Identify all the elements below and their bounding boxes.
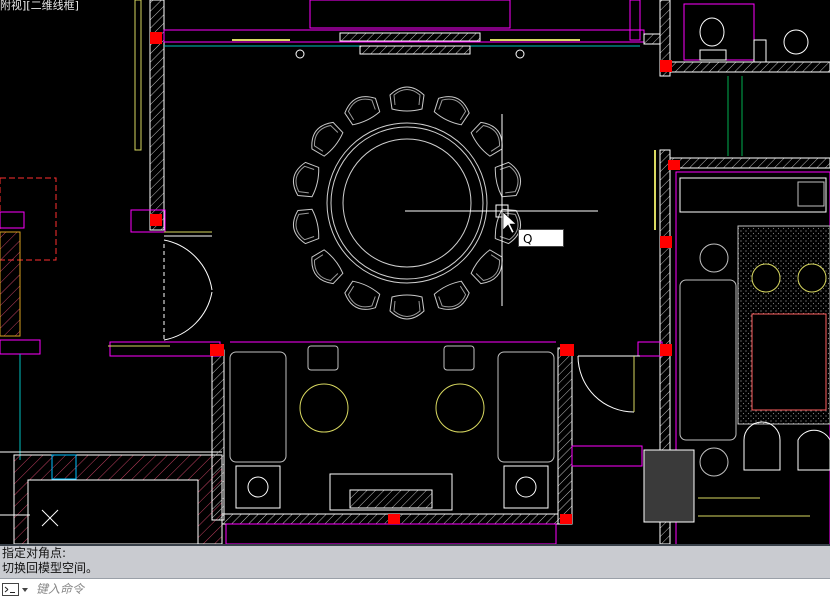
dining-chairs: [292, 86, 522, 320]
dining-chair: [433, 280, 470, 310]
drawing-canvas[interactable]: 附视][二维线框] Q: [0, 0, 830, 544]
command-prompt-icon[interactable]: [2, 582, 32, 597]
command-history-line: 指定对角点:: [2, 546, 67, 560]
sofa-set: [229, 345, 555, 509]
dining-chair: [389, 86, 425, 112]
dining-chair: [344, 96, 381, 126]
left-wall: [0, 0, 223, 544]
lounge-furniture: [679, 177, 830, 477]
crosshair-cursor: [405, 114, 598, 306]
top-wall: [149, 0, 661, 231]
floor-plan-drawing[interactable]: [0, 0, 830, 544]
dining-chair: [344, 280, 381, 310]
dynamic-input-tooltip[interactable]: Q: [518, 229, 564, 247]
command-line: [0, 578, 830, 600]
command-history: 指定对角点: 切换回模型空间。: [0, 544, 830, 578]
command-history-line: 切换回模型空间。: [2, 561, 99, 575]
dining-chair: [292, 161, 320, 198]
command-input[interactable]: [36, 579, 816, 599]
dining-chair: [494, 161, 522, 198]
dining-chair: [292, 208, 320, 245]
viewport-label[interactable]: 附视][二维线框]: [0, 0, 81, 12]
dining-chair: [311, 249, 344, 285]
dining-chair: [311, 121, 344, 157]
dining-chair: [389, 294, 425, 320]
bottom-wall: [211, 341, 573, 544]
round-dining-table: [326, 122, 488, 284]
dining-chair: [433, 96, 470, 126]
